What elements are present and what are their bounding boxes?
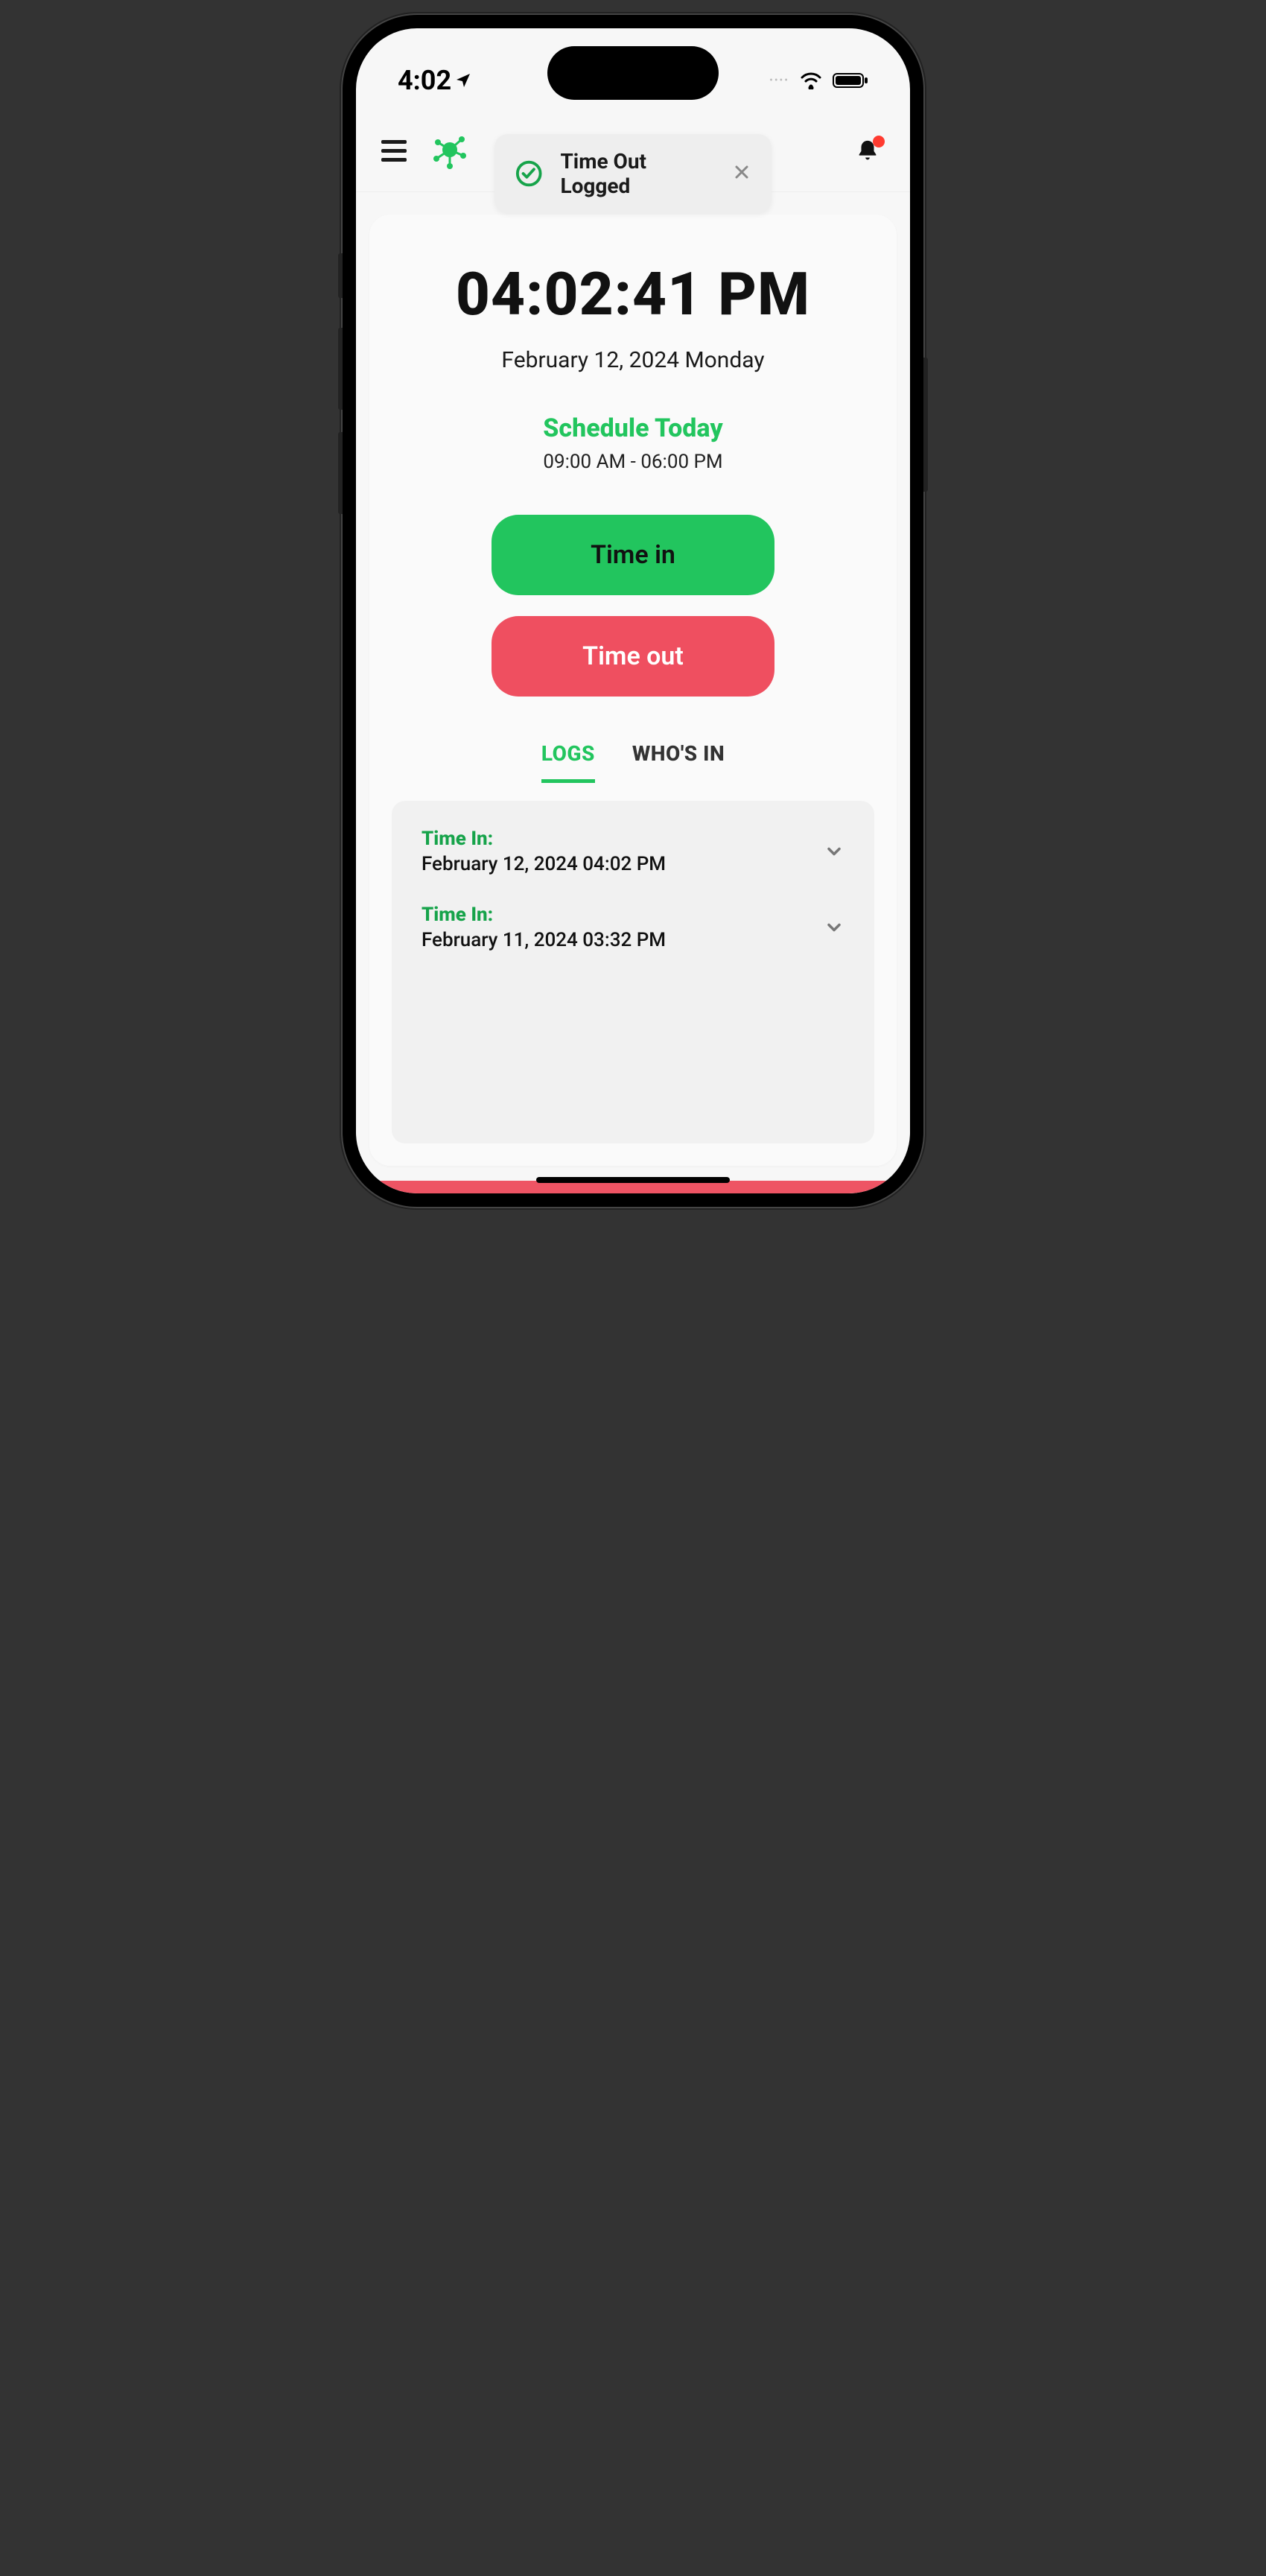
notifications-button[interactable] (855, 139, 880, 167)
log-label: Time In: (422, 904, 666, 926)
toast-message: Time Out Logged (560, 149, 715, 198)
clock-date: February 12, 2024 Monday (392, 347, 874, 373)
content-scroll[interactable]: 04:02:41 PM February 12, 2024 Monday Sch… (356, 192, 910, 1193)
phone-side-button (338, 253, 343, 298)
tabs: LOGS WHO'S IN (392, 741, 874, 783)
wifi-icon (800, 72, 822, 89)
toast: Time Out Logged (494, 134, 772, 213)
chevron-down-icon (824, 841, 844, 862)
clock-time: 04:02:41 PM (392, 259, 874, 329)
notch (547, 46, 719, 100)
status-time: 4:02 (398, 65, 472, 96)
toast-close-button[interactable] (733, 162, 751, 186)
tab-whos-in[interactable]: WHO'S IN (632, 741, 725, 783)
logs-panel: Time In: February 12, 2024 04:02 PM Time… (392, 801, 874, 1143)
phone-side-button (923, 358, 928, 492)
app-logo-icon (429, 129, 471, 174)
status-time-value: 4:02 (398, 65, 451, 96)
checkmark-circle-icon (515, 159, 542, 188)
time-in-button[interactable]: Time in (492, 515, 774, 595)
phone-side-button (338, 328, 343, 410)
location-icon (454, 72, 472, 89)
chevron-down-icon (824, 917, 844, 938)
log-value: February 11, 2024 03:32 PM (422, 929, 666, 951)
time-out-button[interactable]: Time out (492, 616, 774, 697)
log-row[interactable]: Time In: February 11, 2024 03:32 PM (422, 904, 844, 951)
log-label: Time In: (422, 828, 666, 850)
schedule-range: 09:00 AM - 06:00 PM (392, 451, 874, 473)
signal-dots: •••• (769, 74, 789, 86)
phone-side-button (338, 432, 343, 514)
close-icon (733, 163, 751, 181)
phone-frame: 4:02 •••• (343, 15, 923, 1207)
schedule-title: Schedule Today (392, 413, 874, 443)
tab-logs[interactable]: LOGS (541, 741, 595, 783)
notification-badge (873, 136, 885, 147)
menu-button[interactable] (381, 140, 407, 162)
home-indicator[interactable] (536, 1177, 730, 1183)
log-row[interactable]: Time In: February 12, 2024 04:02 PM (422, 828, 844, 875)
log-value: February 12, 2024 04:02 PM (422, 853, 666, 875)
main-card: 04:02:41 PM February 12, 2024 Monday Sch… (369, 215, 897, 1166)
battery-icon (833, 72, 868, 89)
